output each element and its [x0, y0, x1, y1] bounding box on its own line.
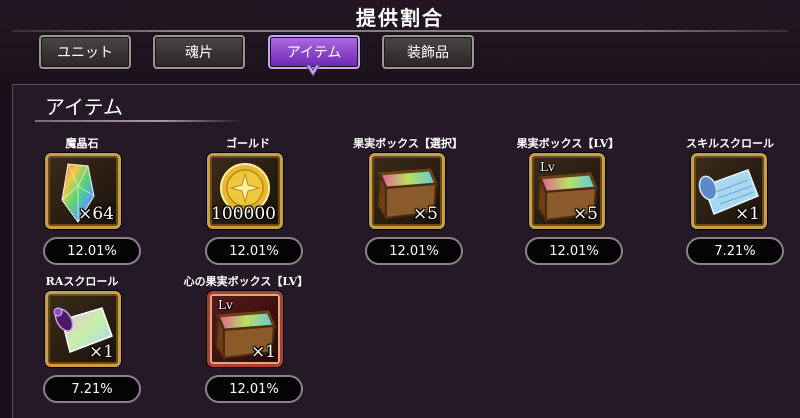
item-tile-heart-fruit-box-lv[interactable]: Lv ×1: [207, 291, 283, 367]
item-quantity: ×100000: [210, 204, 276, 224]
page-title: 提供割合: [356, 6, 444, 30]
item-rate-gold: 12.01%: [205, 237, 303, 265]
item-rate-fruit-box-select: 12.01%: [365, 237, 463, 265]
item-rate-heart-fruit-box-lv: 12.01%: [205, 375, 303, 403]
item-tile-fruit-box-lv[interactable]: Lv ×5: [529, 153, 605, 229]
item-tile-ra-scroll[interactable]: ×1: [45, 291, 121, 367]
item-quantity: ×64: [78, 204, 114, 224]
item-name-fruit-box-lv: 果実ボックス【LV】: [516, 137, 620, 150]
level-badge: Lv: [540, 160, 555, 174]
item-tile-fruit-box-select[interactable]: ×5: [369, 153, 445, 229]
item-name-magic-crystal: 魔晶石: [65, 137, 99, 150]
section-underline: [35, 120, 245, 122]
title-divider: [12, 30, 788, 32]
item-quantity: ×1: [734, 204, 760, 224]
item-quantity: ×1: [88, 342, 114, 362]
tab-accessory[interactable]: 装飾品: [382, 35, 474, 69]
active-tab-pointer-icon: [305, 64, 321, 77]
item-name-gold: ゴールド: [226, 137, 270, 150]
item-quantity: ×1: [250, 342, 276, 362]
item-quantity: ×5: [412, 204, 438, 224]
section-title: アイテム: [45, 95, 123, 119]
level-badge: Lv: [218, 298, 233, 312]
item-name-heart-fruit-box-lv: 心の果実ボックス【LV】: [183, 275, 309, 288]
item-name-fruit-box-select: 果実ボックス【選択】: [353, 137, 463, 150]
item-rate-magic-crystal: 12.01%: [43, 237, 141, 265]
tab-soul-fragment[interactable]: 魂片: [153, 35, 245, 69]
item-rate-skill-scroll: 7.21%: [686, 237, 784, 265]
item-quantity: ×5: [572, 204, 598, 224]
item-rate-fruit-box-lv: 12.01%: [525, 237, 623, 265]
item-tile-magic-crystal[interactable]: ×64: [45, 153, 121, 229]
item-name-ra-scroll: RAスクロール: [45, 275, 119, 288]
tab-unit[interactable]: ユニット: [39, 35, 131, 69]
item-name-skill-scroll: スキルスクロール: [686, 137, 774, 150]
item-tile-gold[interactable]: ×100000: [207, 153, 283, 229]
item-rate-ra-scroll: 7.21%: [43, 375, 141, 403]
item-tile-skill-scroll[interactable]: ×1: [691, 153, 767, 229]
